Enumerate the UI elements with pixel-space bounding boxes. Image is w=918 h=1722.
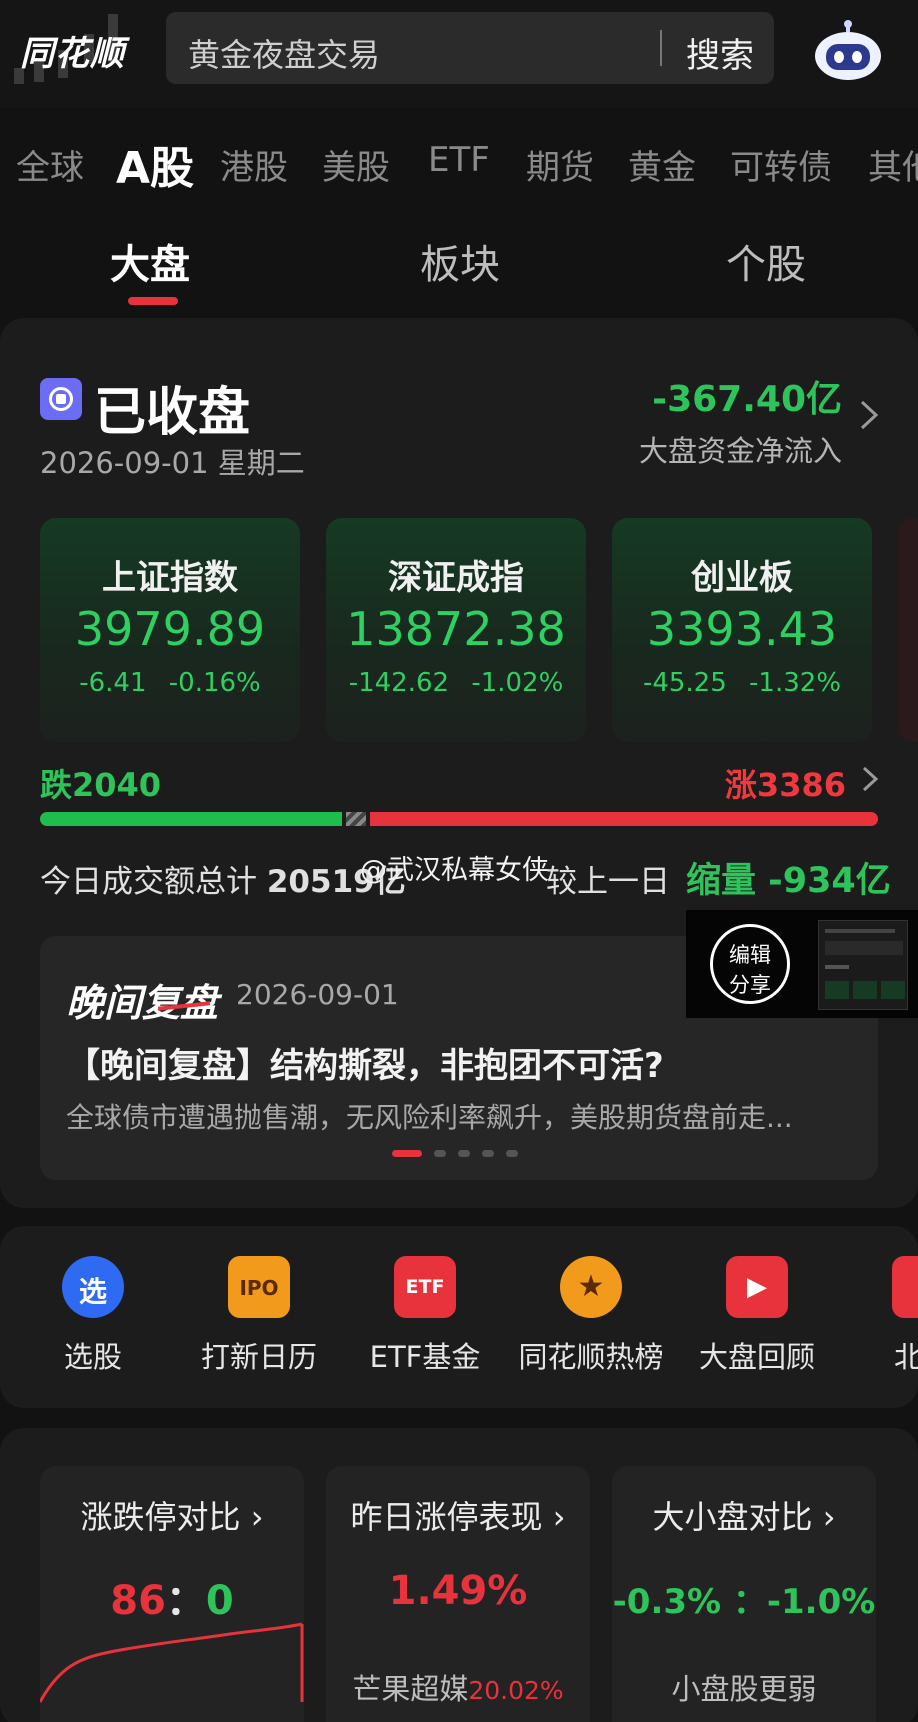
review-tag: 晚间复盘 xyxy=(66,981,219,1025)
index-price: 3393.43 xyxy=(646,602,838,656)
card-title: 昨日涨停表现 › xyxy=(350,1498,566,1536)
net-inflow-value[interactable]: -367.40亿 xyxy=(652,370,842,422)
market-date: 2026-09-01 星期二 xyxy=(40,446,305,480)
limit-up-performance: 1.49% xyxy=(388,1568,528,1614)
subtab-sector[interactable]: 板块 xyxy=(420,232,500,290)
review-title: 【晚间复盘】结构撕裂，非抱团不可活? xyxy=(66,1046,664,1086)
carousel-dot xyxy=(506,1150,518,1157)
search-placeholder[interactable]: 黄金夜盘交易 xyxy=(188,30,380,76)
screenshot-thumbnail[interactable] xyxy=(818,920,908,1010)
shortcut-beijiao[interactable]: 北交 xyxy=(848,1256,918,1376)
index-card-shanghai[interactable]: 上证指数 3979.89 -6.41 -0.16% xyxy=(40,518,300,742)
tab-other[interactable]: 其他 xyxy=(868,140,918,189)
breadth-bar-rise xyxy=(370,812,878,826)
tab-global[interactable]: 全球 xyxy=(16,140,84,189)
share-label: 分享 xyxy=(729,973,771,997)
shortcut-stock-picker[interactable]: 选 选股 xyxy=(18,1256,168,1376)
shortcut-label: ETF基金 xyxy=(369,1340,481,1374)
index-card-chinext[interactable]: 创业板 3393.43 -45.25 -1.32% xyxy=(612,518,872,742)
shortcut-label: 打新日历 xyxy=(200,1340,317,1374)
volume-compare-label: 较上一日 xyxy=(546,864,670,900)
market-tab-bar: 全球 A股 港股 美股 ETF 期货 黄金 可转债 其他 xyxy=(0,120,918,200)
subtab-stock[interactable]: 个股 xyxy=(726,232,806,290)
index-card-peek[interactable] xyxy=(898,518,918,742)
edit-label: 编辑 xyxy=(729,943,771,967)
yesterday-limit-up-card[interactable]: 昨日涨停表现 › 1.49% 芒果超媒20.02% xyxy=(326,1466,590,1722)
card-title: 大小盘对比 › xyxy=(652,1498,836,1536)
subtab-indicator xyxy=(128,297,178,305)
ipo-calendar-icon: IPO xyxy=(228,1256,290,1318)
search-bar[interactable]: 黄金夜盘交易 搜索 xyxy=(166,12,774,84)
robot-assistant-icon[interactable] xyxy=(812,20,884,82)
net-inflow-label[interactable]: 大盘资金净流入 xyxy=(639,428,842,470)
shortcut-label: 大盘回顾 xyxy=(698,1340,815,1374)
shortcut-etf-fund[interactable]: ETF ETF基金 xyxy=(350,1256,500,1376)
carousel-dot xyxy=(482,1150,494,1157)
app-logo: 同花顺 xyxy=(20,34,125,74)
edit-share-overlay[interactable]: 编辑 分享 xyxy=(686,910,918,1018)
index-change: -142.62 -1.02% xyxy=(348,668,564,698)
watermark: @武汉私幕女侠 xyxy=(360,855,549,886)
rise-count[interactable]: 涨3386 xyxy=(725,760,846,806)
index-change: -6.41 -0.16% xyxy=(79,668,261,698)
index-change: -45.25 -1.32% xyxy=(642,668,842,698)
shortcut-hot-list[interactable]: ★ 同花顺热榜 xyxy=(516,1256,666,1376)
breadth-bar-flat xyxy=(346,812,366,826)
cap-compare-value: -0.3% ：-1.0% xyxy=(612,1582,876,1622)
limit-up-trend-chart xyxy=(40,1622,304,1703)
index-price: 13872.38 xyxy=(346,602,566,656)
stock-picker-icon: 选 xyxy=(62,1256,124,1318)
index-name: 上证指数 xyxy=(102,558,238,598)
market-status: 已收盘 xyxy=(94,383,251,443)
breadth-bar-fall xyxy=(40,812,342,826)
volume-compare-value: 缩量 -934亿 xyxy=(686,861,891,901)
tab-us[interactable]: 美股 xyxy=(322,140,390,189)
index-name: 创业板 xyxy=(691,558,793,598)
top-stock: 芒果超媒20.02% xyxy=(352,1672,564,1706)
cap-compare-summary: 小盘股更弱 xyxy=(671,1672,817,1706)
card-title: 涨跌停对比 › xyxy=(80,1498,264,1536)
carousel-dot xyxy=(434,1150,446,1157)
tab-convertible[interactable]: 可转债 xyxy=(730,140,832,189)
tab-gold[interactable]: 黄金 xyxy=(628,140,696,189)
limit-up-down-card[interactable]: 涨跌停对比 › 86：0 xyxy=(40,1466,304,1722)
carousel-dots xyxy=(392,1150,530,1169)
tab-hk[interactable]: 港股 xyxy=(220,140,288,189)
tab-futures[interactable]: 期货 xyxy=(526,140,594,189)
chevron-right-icon[interactable] xyxy=(860,764,880,794)
search-divider xyxy=(660,30,662,66)
index-card-shenzhen[interactable]: 深证成指 13872.38 -142.62 -1.02% xyxy=(326,518,586,742)
volume-total: 今日成交额总计 20519亿 xyxy=(40,864,406,900)
tab-a-share[interactable]: A股 xyxy=(116,132,194,196)
shortcut-label: 同花顺热榜 xyxy=(518,1340,664,1374)
chevron-right-icon[interactable] xyxy=(858,398,880,432)
subtab-market[interactable]: 大盘 xyxy=(110,232,190,290)
index-price: 3979.89 xyxy=(74,602,266,656)
shortcut-ipo-calendar[interactable]: IPO 打新日历 xyxy=(184,1256,334,1376)
bottom-stats-row: 涨跌停对比 › 86：0 昨日涨停表现 › 1.49% 芒果超媒20.02% 大… xyxy=(0,1428,918,1722)
hot-list-medal-icon: ★ xyxy=(560,1256,622,1318)
market-closed-icon xyxy=(40,378,82,420)
edit-share-button[interactable]: 编辑 分享 xyxy=(710,924,790,1004)
shortcut-row: 选 选股 IPO 打新日历 ETF ETF基金 ★ 同花顺热榜 ▶ 大盘回顾 北… xyxy=(0,1226,918,1408)
index-name: 深证成指 xyxy=(388,558,524,598)
tab-etf[interactable]: ETF xyxy=(428,140,490,180)
carousel-dot xyxy=(458,1150,470,1157)
cap-size-compare-card[interactable]: 大小盘对比 › -0.3% ：-1.0% 小盘股更弱 xyxy=(612,1466,876,1722)
shortcut-market-review[interactable]: ▶ 大盘回顾 xyxy=(682,1256,832,1376)
fall-count: 跌2040 xyxy=(40,766,162,804)
top-bar: 同花顺 黄金夜盘交易 搜索 xyxy=(0,0,918,108)
shortcut-label: 选股 xyxy=(63,1340,122,1374)
etf-fund-icon: ETF xyxy=(394,1256,456,1318)
review-date: 2026-09-01 xyxy=(236,978,399,1011)
shortcut-label: 北交 xyxy=(893,1340,918,1374)
beijiao-icon xyxy=(892,1256,918,1318)
search-button[interactable]: 搜索 xyxy=(686,28,754,77)
carousel-dot xyxy=(392,1150,422,1157)
review-description: 全球债市遭遇抛售潮，无风险利率飙升，美股期货盘前走... xyxy=(66,1101,793,1134)
market-review-video-icon: ▶ xyxy=(726,1256,788,1318)
